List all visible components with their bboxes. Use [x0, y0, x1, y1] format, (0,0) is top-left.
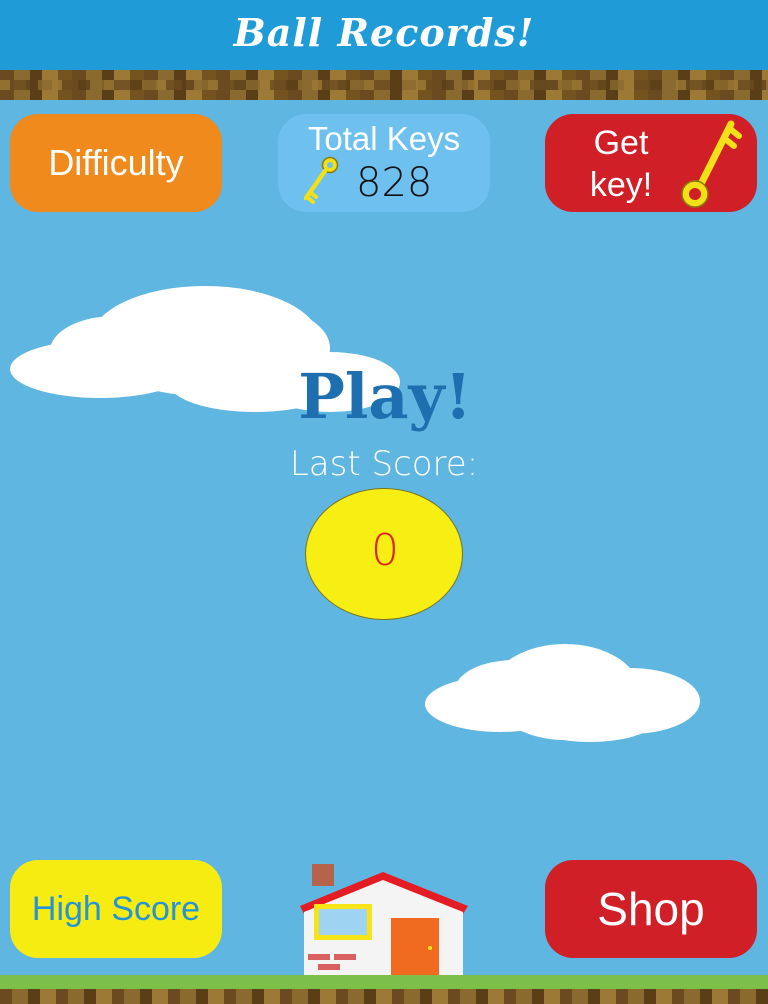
- total-keys-count: 828: [356, 160, 433, 206]
- house-icon[interactable]: [288, 862, 478, 977]
- total-keys-panel: Total Keys 828: [278, 114, 490, 212]
- get-key-label: Get key!: [561, 122, 681, 206]
- top-bar: Ball Records!: [0, 0, 768, 70]
- grass-strip: [0, 975, 768, 989]
- app-title: Ball Records!: [233, 10, 535, 55]
- difficulty-button[interactable]: Difficulty: [10, 114, 222, 212]
- key-icon: [681, 120, 742, 208]
- dirt-strip-bottom: [0, 989, 768, 1004]
- last-score-badge: 0: [305, 488, 463, 620]
- play-button[interactable]: Play!: [280, 360, 490, 433]
- get-key-label-line1: Get: [593, 124, 649, 162]
- get-key-button[interactable]: Get key!: [545, 114, 757, 212]
- key-icon: [303, 156, 339, 204]
- last-score-value: 0: [371, 524, 399, 576]
- last-score-label: Last Score:: [289, 444, 479, 484]
- get-key-label-line2: key!: [589, 166, 653, 204]
- dirt-strip-top: [0, 70, 768, 100]
- total-keys-label: Total Keys: [307, 120, 461, 157]
- shop-button[interactable]: Shop: [545, 860, 757, 958]
- high-score-button[interactable]: High Score: [10, 860, 222, 958]
